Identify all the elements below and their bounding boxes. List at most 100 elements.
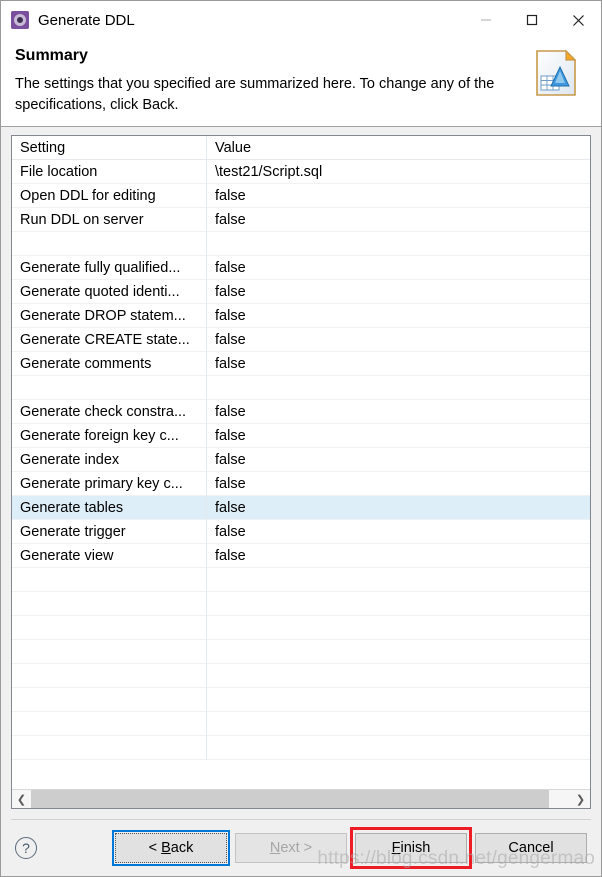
cell-value: false — [215, 427, 246, 444]
cell-setting: Generate CREATE state... — [12, 327, 207, 352]
cell-setting: Generate trigger — [12, 519, 207, 544]
table-row[interactable]: Generate foreign key c... false — [12, 423, 590, 448]
table-row[interactable] — [12, 615, 590, 640]
table-row[interactable] — [12, 735, 590, 760]
table-row[interactable]: Run DDL on server false — [12, 207, 590, 232]
table-row[interactable]: Generate tables false — [12, 495, 590, 520]
cell-setting: File location — [12, 159, 207, 184]
cell-setting — [12, 231, 207, 256]
table-row[interactable]: Generate CREATE state... false — [12, 327, 590, 352]
table-row[interactable] — [12, 591, 590, 616]
cell-setting: Generate comments — [12, 351, 207, 376]
finish-button-wrap: Finish — [350, 827, 472, 869]
table-row[interactable] — [12, 231, 590, 256]
cell-value: \test21/Script.sql — [215, 163, 323, 180]
cell-value: false — [215, 283, 246, 300]
summary-content: Setting Value File location \test21/Scrip… — [1, 127, 601, 820]
column-header-setting: Setting — [12, 136, 207, 160]
back-button[interactable]: < Back — [112, 830, 230, 866]
summary-table-frame: Setting Value File location \test21/Scrip… — [11, 135, 591, 809]
cell-value: false — [215, 307, 246, 324]
table-row[interactable]: Generate index false — [12, 447, 590, 472]
table-body: File location \test21/Script.sql Open DDL … — [12, 159, 590, 760]
summary-table: Setting Value File location \test21/Scrip… — [12, 136, 590, 789]
table-row[interactable] — [12, 639, 590, 664]
scroll-left-arrow-icon[interactable]: ❮ — [12, 790, 31, 808]
dialog-footer: ? < Back Next > Finish Cancel https://bl… — [1, 820, 601, 876]
cell-value: false — [215, 187, 246, 204]
title-bar: Generate DDL — [1, 1, 601, 39]
cell-value: false — [215, 403, 246, 420]
cell-setting — [12, 591, 207, 616]
help-icon[interactable]: ? — [15, 837, 37, 859]
cell-value — [207, 616, 590, 640]
maximize-button[interactable] — [509, 1, 555, 39]
table-row[interactable]: Generate trigger false — [12, 519, 590, 544]
page-description: The settings that you specified are summ… — [15, 76, 495, 113]
cell-value — [207, 232, 590, 256]
next-button-wrap: Next > — [235, 833, 347, 863]
table-row[interactable]: Generate fully qualified... false — [12, 255, 590, 280]
table-row[interactable]: Generate DROP statem... false — [12, 303, 590, 328]
close-button[interactable] — [555, 1, 601, 39]
cell-setting — [12, 711, 207, 736]
generate-ddl-dialog: Generate DDL Summary The settings that y… — [0, 0, 602, 877]
cell-setting: Generate primary key c... — [12, 471, 207, 496]
finish-button[interactable]: Finish — [355, 833, 467, 863]
cell-value: false — [215, 259, 246, 276]
cell-value: false — [215, 331, 246, 348]
window-controls — [463, 1, 601, 39]
next-button[interactable]: Next > — [235, 833, 347, 863]
table-row[interactable] — [12, 663, 590, 688]
cell-setting: Generate check constra... — [12, 399, 207, 424]
page-title: Summary — [15, 47, 88, 64]
cell-value — [207, 664, 590, 688]
table-row[interactable]: Generate primary key c... false — [12, 471, 590, 496]
cell-setting — [12, 375, 207, 400]
cell-value: false — [215, 355, 246, 372]
cell-setting — [12, 663, 207, 688]
window-title: Generate DDL — [38, 11, 135, 29]
table-row[interactable]: Generate view false — [12, 543, 590, 568]
scrollbar-thumb[interactable] — [31, 790, 550, 808]
table-row[interactable]: File location \test21/Script.sql — [12, 159, 590, 184]
column-header-value: Value — [215, 139, 252, 156]
table-row[interactable] — [12, 711, 590, 736]
cell-setting: Run DDL on server — [12, 207, 207, 232]
back-button-wrap: < Back — [112, 830, 230, 866]
minimize-button[interactable] — [463, 1, 509, 39]
cell-setting: Open DDL for editing — [12, 183, 207, 208]
table-row[interactable] — [12, 687, 590, 712]
table-row[interactable]: Generate check constra... false — [12, 399, 590, 424]
table-row[interactable]: Open DDL for editing false — [12, 183, 590, 208]
script-document-icon — [528, 45, 584, 101]
table-row[interactable] — [12, 567, 590, 592]
cell-setting — [12, 615, 207, 640]
wizard-button-group: < Back Next > Finish Cancel — [112, 827, 587, 869]
cancel-button[interactable]: Cancel — [475, 833, 587, 863]
scroll-right-arrow-icon[interactable]: ❯ — [571, 790, 590, 808]
cell-setting: Generate quoted identi... — [12, 279, 207, 304]
table-header-row: Setting Value — [12, 136, 590, 160]
cell-value: false — [215, 451, 246, 468]
cell-value — [207, 592, 590, 616]
cell-value: false — [215, 475, 246, 492]
cell-setting — [12, 687, 207, 712]
cell-setting: Generate view — [12, 543, 207, 568]
wizard-header: Summary The settings that you specified … — [1, 39, 601, 127]
cell-setting — [12, 567, 207, 592]
table-row[interactable]: Generate comments false — [12, 351, 590, 376]
cell-value — [207, 376, 590, 400]
cell-setting: Generate index — [12, 447, 207, 472]
cell-value — [207, 568, 590, 592]
cancel-button-wrap: Cancel — [475, 833, 587, 863]
cell-setting — [12, 735, 207, 760]
cell-setting — [12, 639, 207, 664]
horizontal-scrollbar[interactable]: ❮ ❯ — [12, 789, 590, 808]
table-row[interactable] — [12, 375, 590, 400]
table-row[interactable]: Generate quoted identi... false — [12, 279, 590, 304]
cell-value: false — [215, 499, 246, 516]
scrollbar-track[interactable] — [31, 790, 571, 808]
cell-value — [207, 640, 590, 664]
cell-value: false — [215, 547, 246, 564]
